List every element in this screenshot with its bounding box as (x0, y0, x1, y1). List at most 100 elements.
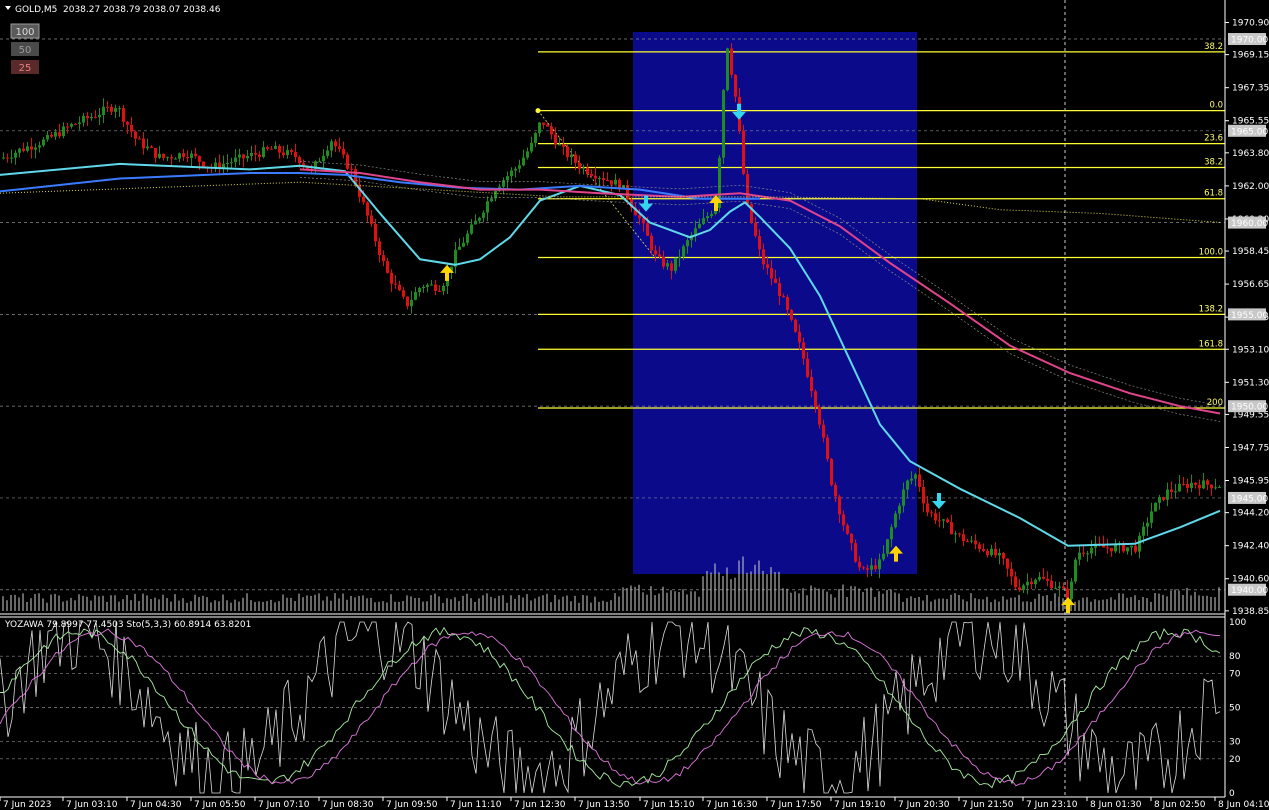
candle-body (954, 533, 957, 535)
candle-body (238, 154, 241, 158)
candle-body (706, 216, 709, 219)
candle-body (414, 292, 417, 300)
time-tick-label: 7 Jun 11:10 (450, 800, 502, 810)
candle-body (362, 196, 365, 203)
candle-body (434, 284, 437, 291)
time-tick-label: 7 Jun 03:10 (66, 800, 118, 810)
candle-body (174, 158, 177, 160)
candle-body (570, 154, 573, 158)
candle-body (62, 126, 65, 137)
price-tick-label: 1963.80 (1232, 149, 1269, 159)
candle-body (1018, 587, 1021, 590)
time-tick-label: 7 Jun 21:50 (962, 800, 1014, 810)
candle-body (6, 157, 9, 159)
candle-body (702, 218, 705, 224)
candle-body (1010, 568, 1013, 577)
candle-body (542, 122, 545, 125)
chart-canvas[interactable]: 38.20.023.638.261.8100.0138.2161.8200 19… (0, 0, 1269, 810)
price-level-text: 1945.00 (1231, 494, 1268, 504)
candle-body (998, 552, 1001, 556)
candle-body (130, 124, 133, 132)
candle-body (870, 565, 873, 570)
candle-body (1150, 511, 1153, 523)
candle-body (134, 131, 137, 139)
fib-level-label: 38.2 (1204, 158, 1223, 168)
candle-body (538, 122, 541, 134)
candle-body (1214, 487, 1217, 489)
candle-body (142, 138, 145, 149)
candle-body (274, 146, 277, 149)
candle-body (1146, 522, 1149, 527)
price-tick-label: 1945.95 (1232, 477, 1269, 487)
price-tick-label: 1951.30 (1232, 378, 1269, 388)
price-tick-label: 1942.40 (1232, 542, 1269, 552)
candle-body (146, 146, 149, 149)
candle-body (282, 152, 285, 156)
candle-body (258, 154, 261, 157)
candle-body (778, 283, 781, 297)
candle-body (654, 250, 657, 255)
time-tick-label: 7 Jun 15:10 (643, 800, 695, 810)
oscillator-level-label: 50 (1229, 704, 1241, 714)
candle-body (350, 168, 353, 170)
candle-body (430, 284, 433, 286)
candle-body (926, 503, 929, 513)
candle-body (162, 153, 165, 158)
candle-body (262, 147, 265, 157)
candle-body (1162, 496, 1165, 500)
fib-level-label: 100.0 (1199, 247, 1223, 257)
price-tick-label: 1956.65 (1232, 280, 1269, 290)
candle-body (1142, 526, 1145, 536)
candle-body (326, 150, 329, 156)
candle-body (938, 520, 941, 522)
candle-body (522, 157, 525, 166)
price-tick-label: 1947.75 (1232, 443, 1269, 453)
candle-body (374, 223, 377, 242)
candle-body (638, 215, 641, 219)
fib-level-label: 38.2 (1204, 42, 1223, 52)
zoom-buttons[interactable]: 100 50 25 (10, 23, 40, 74)
time-tick-label: 7 Jun 04:30 (130, 800, 182, 810)
candle-body (410, 299, 413, 307)
candle-body (854, 543, 857, 562)
price-tick-label: 1962.00 (1232, 182, 1269, 192)
candle-body (1186, 483, 1189, 488)
candle-body (554, 134, 557, 145)
candle-body (342, 148, 345, 155)
fib-level-label: 161.8 (1199, 339, 1223, 349)
candle-body (502, 180, 505, 187)
candle-body (366, 202, 369, 216)
candle-body (226, 163, 229, 165)
candle-body (790, 309, 793, 320)
time-tick-label: 8 Jun 04:10 (1218, 800, 1269, 810)
fib-level-label: 61.8 (1204, 189, 1223, 199)
price-tick-label: 1940.60 (1232, 575, 1269, 585)
candle-body (906, 480, 909, 490)
candle-body (94, 116, 97, 118)
candle-body (1114, 545, 1117, 552)
candle-body (710, 213, 713, 217)
price-level-text: 1965.00 (1231, 127, 1268, 137)
candle-body (438, 290, 441, 292)
candle-body (46, 134, 49, 140)
candle-body (974, 540, 977, 545)
candle-body (378, 241, 381, 256)
oscillator-level-label: 100 (1229, 618, 1246, 628)
candle-body (914, 474, 917, 479)
candle-body (1054, 587, 1057, 589)
candle-body (470, 224, 473, 234)
candle-body (338, 146, 341, 149)
candle-body (858, 561, 861, 568)
candle-body (782, 296, 785, 298)
time-tick-label: 7 Jun 12:30 (514, 800, 566, 810)
candle-body (1042, 576, 1045, 579)
price-tick-label: 1944.20 (1232, 509, 1269, 519)
candle-body (1218, 486, 1221, 488)
candle-body (246, 156, 249, 159)
candle-body (1030, 581, 1033, 585)
candle-body (42, 139, 45, 146)
candle-body (494, 190, 497, 199)
time-tick-label: 7 Jun 13:50 (578, 800, 630, 810)
candle-body (270, 148, 273, 150)
candle-body (182, 153, 185, 158)
